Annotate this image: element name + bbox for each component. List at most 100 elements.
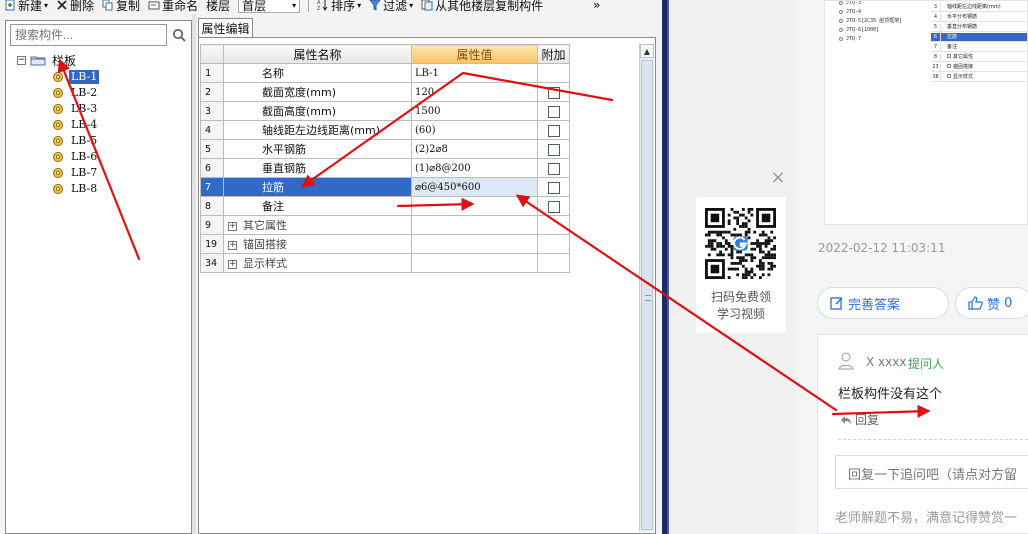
tree-item-lb-7[interactable]: LB-7 [52, 165, 99, 181]
thumbnail-row-text: 水平分布钢筋 [947, 13, 978, 20]
grid-body: 1 名称 LB-1 2 截面宽度(mm) 120 3 截面高度(mm) 1500 4 轴线距左边线距… [200, 63, 570, 273]
table-row[interactable]: 6 垂直钢筋 (1)⌀8@200 [200, 158, 570, 178]
extra-checkbox[interactable] [547, 181, 560, 194]
tree-item-lb-3[interactable]: LB-3 [52, 101, 99, 117]
copy-from-floor-button[interactable]: 从其他楼层复制构件 [417, 0, 547, 14]
toolbar: 新建 ▾ 删除 复制 重命名 楼层 首层 ▾ AZ 排序 ▾ 过滤 ▾ 从其他楼层复 [0, 0, 662, 14]
table-row[interactable]: 7 拉筋 ⌀6@450*600 [200, 177, 570, 197]
property-value-cell[interactable]: (2)2⌀8 [411, 139, 538, 159]
header-property-name[interactable]: 属性名称 [223, 44, 412, 64]
property-name-cell[interactable]: 名称 [223, 63, 412, 83]
table-row[interactable]: 8 备注 [200, 196, 570, 216]
search-icon [173, 29, 186, 42]
tree-item-lb-2[interactable]: LB-2 [52, 85, 99, 101]
extra-checkbox[interactable] [547, 124, 560, 137]
table-row[interactable]: 4 轴线距左边线距离(mm) (60) [200, 120, 570, 140]
table-row[interactable]: 9 + 其它属性 [200, 215, 570, 235]
property-name-cell[interactable]: + 显示样式 [223, 253, 412, 273]
close-qr-button[interactable]: × [770, 169, 786, 187]
thumbnail-row-number: 8 [931, 52, 941, 62]
table-row[interactable]: 3 截面高度(mm) 1500 [200, 101, 570, 121]
header-extra[interactable]: 附加 [537, 44, 570, 64]
delete-label: 删除 [70, 0, 95, 13]
tree-item-lb-4[interactable]: LB-4 [52, 117, 99, 133]
property-name-cell[interactable]: + 其它属性 [223, 215, 412, 235]
component-gear-icon [53, 184, 63, 194]
property-name-cell[interactable]: 截面高度(mm) [223, 101, 412, 121]
expand-icon[interactable]: + [228, 259, 237, 269]
thumbnail-gear-icon [839, 1, 843, 5]
new-button[interactable]: 新建 ▾ [0, 0, 52, 14]
search-input[interactable] [10, 24, 167, 46]
extra-checkbox[interactable] [547, 105, 560, 118]
improve-answer-button[interactable]: 完善答案 [817, 287, 949, 319]
property-value-cell[interactable]: (60) [411, 120, 538, 140]
property-value-cell[interactable]: 1500 [411, 101, 538, 121]
tree-item-lb-1[interactable]: LB-1 [52, 69, 100, 85]
tree-item-lb-6[interactable]: LB-6 [52, 149, 99, 165]
property-value-cell[interactable] [411, 234, 538, 254]
extra-checkbox[interactable] [547, 162, 560, 175]
search-button[interactable] [168, 24, 190, 46]
property-value-cell[interactable]: LB-1 [411, 63, 538, 83]
vertical-scrollbar[interactable]: ▲ [639, 44, 654, 532]
row-number: 34 [200, 253, 224, 273]
table-row[interactable]: 34 + 显示样式 [200, 253, 570, 273]
tree-item-label: LB-8 [71, 182, 98, 195]
tree-item-lb-5[interactable]: LB-5 [52, 133, 99, 149]
thumbnail-tree-item: JTQ-5[2C35 屋顶框架] [839, 17, 902, 25]
thumbnail-row-label: 轴线距左边线距离(mm) [941, 3, 1001, 12]
scroll-up-icon[interactable]: ▲ [640, 44, 654, 58]
floor-select[interactable]: 首层 ▾ [238, 0, 301, 13]
table-row[interactable]: 5 水平钢筋 (2)2⌀8 [200, 139, 570, 159]
expand-icon[interactable]: + [228, 221, 237, 231]
thumbnail-row-number: 38 [931, 72, 941, 82]
collapse-icon[interactable]: − [17, 55, 26, 65]
filter-button[interactable]: 过滤 ▾ [365, 0, 417, 14]
thumbnail-row-text: 锚固搭接 [953, 63, 974, 70]
filter-label: 过滤 [383, 0, 408, 13]
property-name-cell[interactable]: 轴线距左边线距离(mm) [223, 120, 412, 140]
extra-checkbox[interactable] [547, 86, 560, 99]
component-gear-icon [53, 136, 63, 146]
rename-button[interactable]: 重命名 [144, 0, 202, 14]
property-name-cell[interactable]: 截面宽度(mm) [223, 82, 412, 102]
encourage-text: 老师解题不易，满意记得赞赏一 [835, 511, 1018, 526]
tab-property-editor[interactable]: 属性编辑 [198, 18, 253, 38]
property-name-cell[interactable]: 水平钢筋 [223, 139, 412, 159]
toolbar-overflow-button[interactable]: » [589, 0, 604, 14]
property-name-cell[interactable]: 备注 [223, 196, 412, 216]
attached-screenshot[interactable]: JTQ-3 JTQ-4 JTQ-5[2C35 屋顶框架] JTQ-6[1000] JTQ… [824, 0, 1028, 225]
like-button[interactable]: 赞 0 [955, 287, 1028, 319]
reply-input[interactable]: 回复一下追问吧（请点对方留 [835, 455, 1028, 489]
copy-button[interactable]: 复制 [98, 0, 144, 14]
property-value-cell[interactable]: ⌀6@450*600 [411, 177, 538, 197]
property-value-cell[interactable]: (1)⌀8@200 [411, 158, 538, 178]
thumbnail-grid-row: 4 水平分布钢筋 [931, 12, 1027, 22]
property-value-cell[interactable] [411, 196, 538, 216]
scroll-thumb[interactable] [641, 60, 653, 530]
property-value-cell[interactable] [411, 215, 538, 235]
property-name-cell[interactable]: + 锚固搭接 [223, 234, 412, 254]
extra-cell [537, 177, 570, 197]
thumbnail-tree-label: JTQ-3 [846, 0, 862, 6]
property-value-cell[interactable] [411, 253, 538, 273]
table-row[interactable]: 1 名称 LB-1 [200, 63, 570, 83]
header-property-value[interactable]: 属性值 [411, 44, 538, 64]
row-number: 8 [200, 196, 224, 216]
property-value-cell[interactable]: 120 [411, 82, 538, 102]
sort-button[interactable]: AZ 排序 ▾ [313, 0, 365, 14]
tree-item-lb-8[interactable]: LB-8 [52, 181, 99, 197]
expand-icon[interactable]: + [228, 240, 237, 250]
table-row[interactable]: 19 + 锚固搭接 [200, 234, 570, 254]
extra-checkbox[interactable] [547, 143, 560, 156]
reply-link[interactable]: 回复 [840, 411, 879, 428]
extra-checkbox[interactable] [547, 200, 560, 213]
extra-cell [537, 63, 570, 83]
tree-root-node[interactable]: − 栏板 [17, 52, 76, 68]
property-name-cell[interactable]: 拉筋 [223, 177, 412, 197]
property-name-cell[interactable]: 垂直钢筋 [223, 158, 412, 178]
table-row[interactable]: 2 截面宽度(mm) 120 [200, 82, 570, 102]
delete-button[interactable]: 删除 [52, 0, 98, 14]
property-grid: 属性名称 属性值 附加 1 名称 LB-1 2 截面宽度(mm) 120 3 截面高度(mm)… [200, 44, 570, 273]
